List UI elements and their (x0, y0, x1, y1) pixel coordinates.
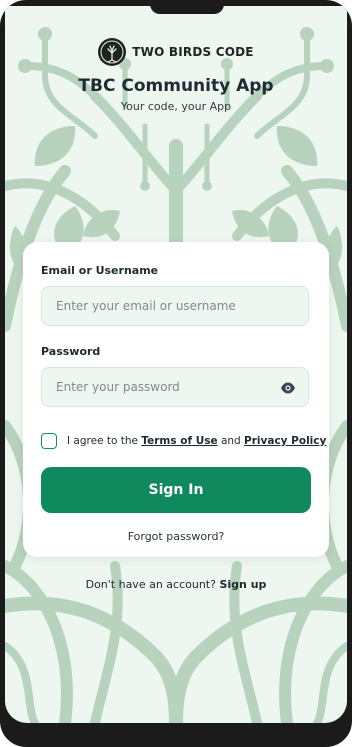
terms-of-use-link[interactable]: Terms of Use (141, 435, 217, 447)
agree-prefix-text: I agree to the (67, 435, 138, 447)
email-field-wrapper (41, 286, 309, 326)
password-field-wrapper (41, 367, 309, 407)
login-card: Email or Username Password I agree to th… (23, 242, 329, 557)
brand-name: TWO BIRDS CODE (132, 45, 254, 59)
email-label: Email or Username (41, 264, 159, 277)
app-subtitle: Your code, your App (120, 100, 232, 113)
signup-prompt: Don't have an account? Sign up (5, 578, 347, 591)
email-input[interactable] (42, 287, 276, 325)
agree-checkbox[interactable] (41, 433, 57, 449)
password-input[interactable] (42, 368, 276, 406)
sign-in-button[interactable]: Sign In (41, 467, 311, 513)
no-account-text: Don't have an account? (85, 578, 216, 591)
tree-of-life-icon (98, 38, 127, 66)
eye-icon[interactable] (280, 380, 296, 394)
brand-logo-row: TWO BIRDS CODE (5, 38, 347, 66)
phone-frame: TWO BIRDS CODE TBC Community App Your co… (0, 0, 352, 747)
password-label: Password (41, 345, 101, 358)
phone-notch (150, 0, 224, 14)
app-title: TBC Community App (78, 76, 274, 96)
privacy-policy-link[interactable]: Privacy Policy (244, 435, 326, 447)
brand-header: TWO BIRDS CODE TBC Community App Your co… (5, 38, 347, 113)
agree-and-text: and (220, 435, 241, 447)
sign-up-link[interactable]: Sign up (219, 578, 266, 591)
login-screen: TWO BIRDS CODE TBC Community App Your co… (5, 6, 347, 723)
forgot-password-link[interactable]: Forgot password? (23, 530, 329, 543)
agree-terms-row: I agree to the Terms of Use and Privacy … (41, 433, 326, 449)
